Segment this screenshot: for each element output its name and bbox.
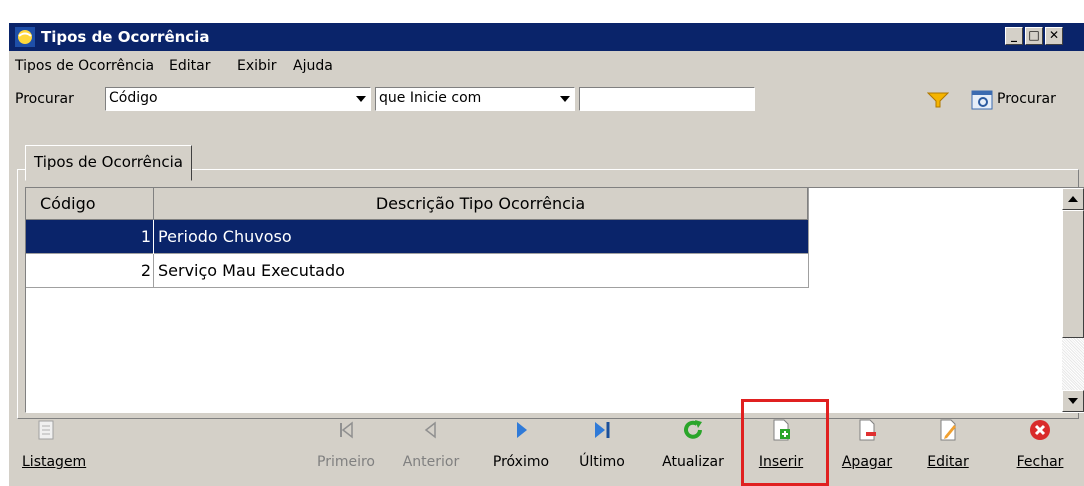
listagem-label: Listagem [22, 454, 87, 470]
first-record-icon [340, 421, 353, 439]
search-window-icon [971, 90, 993, 110]
arrow-up-icon [1068, 196, 1078, 202]
minimize-button[interactable]: _ [1005, 27, 1023, 45]
chevron-down-icon [356, 96, 366, 102]
edit-document-icon [940, 419, 956, 441]
delete-document-icon [859, 419, 876, 441]
table-row[interactable]: 2 Serviço Mau Executado [26, 254, 808, 288]
previous-record-icon [424, 421, 436, 439]
apagar-label: Apagar [841, 454, 893, 470]
refresh-icon [684, 420, 702, 439]
menu-bar: Tipos de Ocorrência Editar Exibir Ajuda [9, 53, 1084, 79]
primeiro-button[interactable]: Primeiro [314, 408, 378, 478]
chevron-down-icon [560, 96, 570, 102]
apagar-button[interactable]: Apagar [834, 408, 900, 478]
window-title: Tipos de Ocorrência [41, 28, 210, 46]
cell-codigo: 1 [26, 220, 154, 254]
highlight-box [741, 399, 829, 486]
column-header-codigo[interactable]: Código [26, 188, 154, 220]
anterior-label: Anterior [402, 454, 460, 470]
search-condition-select[interactable]: que Inicie com [375, 87, 575, 111]
cell-codigo: 2 [26, 254, 154, 288]
title-bar[interactable]: Tipos de Ocorrência _ □ ✕ [9, 23, 1084, 51]
cell-descricao: Periodo Chuvoso [158, 227, 292, 246]
ultimo-label: Último [579, 454, 625, 470]
search-button-label: Procurar [997, 91, 1056, 107]
bottom-toolbar: Listagem Primeiro Anterior Próximo Últim… [8, 400, 1084, 486]
data-grid: Código Descrição Tipo Ocorrência 1 Perio… [25, 187, 1084, 413]
tab-tipos-de-ocorrencia[interactable]: Tipos de Ocorrência [25, 145, 192, 181]
anterior-button[interactable]: Anterior [396, 408, 466, 478]
atualizar-label: Atualizar [662, 454, 724, 470]
fechar-label: Fechar [1016, 454, 1064, 470]
search-bar: Procurar Código que Inicie com Procurar [9, 85, 1084, 117]
cell-descricao: Serviço Mau Executado [158, 261, 345, 280]
menu-editar[interactable]: Editar [169, 58, 210, 74]
scroll-up-button[interactable] [1062, 188, 1084, 210]
table-row[interactable]: 1 Periodo Chuvoso [26, 220, 808, 254]
editar-button[interactable]: Editar [918, 408, 978, 478]
editar-label: Editar [927, 454, 969, 470]
search-input[interactable] [579, 87, 755, 111]
menu-ajuda[interactable]: Ajuda [293, 58, 333, 74]
last-record-icon [595, 422, 610, 438]
next-record-icon [517, 422, 527, 438]
scroll-thumb[interactable] [1062, 210, 1084, 338]
document-list-icon [38, 420, 54, 440]
vertical-scrollbar[interactable] [1062, 188, 1084, 412]
proximo-label: Próximo [492, 454, 550, 470]
primeiro-label: Primeiro [317, 454, 375, 470]
listagem-button[interactable]: Listagem [22, 408, 102, 478]
column-header-descricao[interactable]: Descrição Tipo Ocorrência [154, 188, 808, 220]
close-icon [1030, 420, 1050, 440]
ultimo-button[interactable]: Último [574, 408, 630, 478]
maximize-button[interactable]: □ [1025, 27, 1043, 45]
proximo-button[interactable]: Próximo [486, 408, 556, 478]
app-globe-icon [15, 27, 35, 47]
search-field-value: Código [109, 90, 158, 106]
filter-icon[interactable] [927, 91, 949, 109]
search-condition-value: que Inicie com [379, 90, 482, 106]
search-field-select[interactable]: Código [105, 87, 371, 111]
menu-exibir[interactable]: Exibir [237, 58, 277, 74]
search-label: Procurar [15, 91, 74, 107]
fechar-button[interactable]: Fechar [1008, 408, 1072, 478]
atualizar-button[interactable]: Atualizar [654, 408, 732, 478]
grid-header: Código Descrição Tipo Ocorrência [26, 188, 808, 220]
menu-tipos-de-ocorrencia[interactable]: Tipos de Ocorrência [15, 58, 154, 74]
close-window-button[interactable]: ✕ [1045, 27, 1063, 45]
